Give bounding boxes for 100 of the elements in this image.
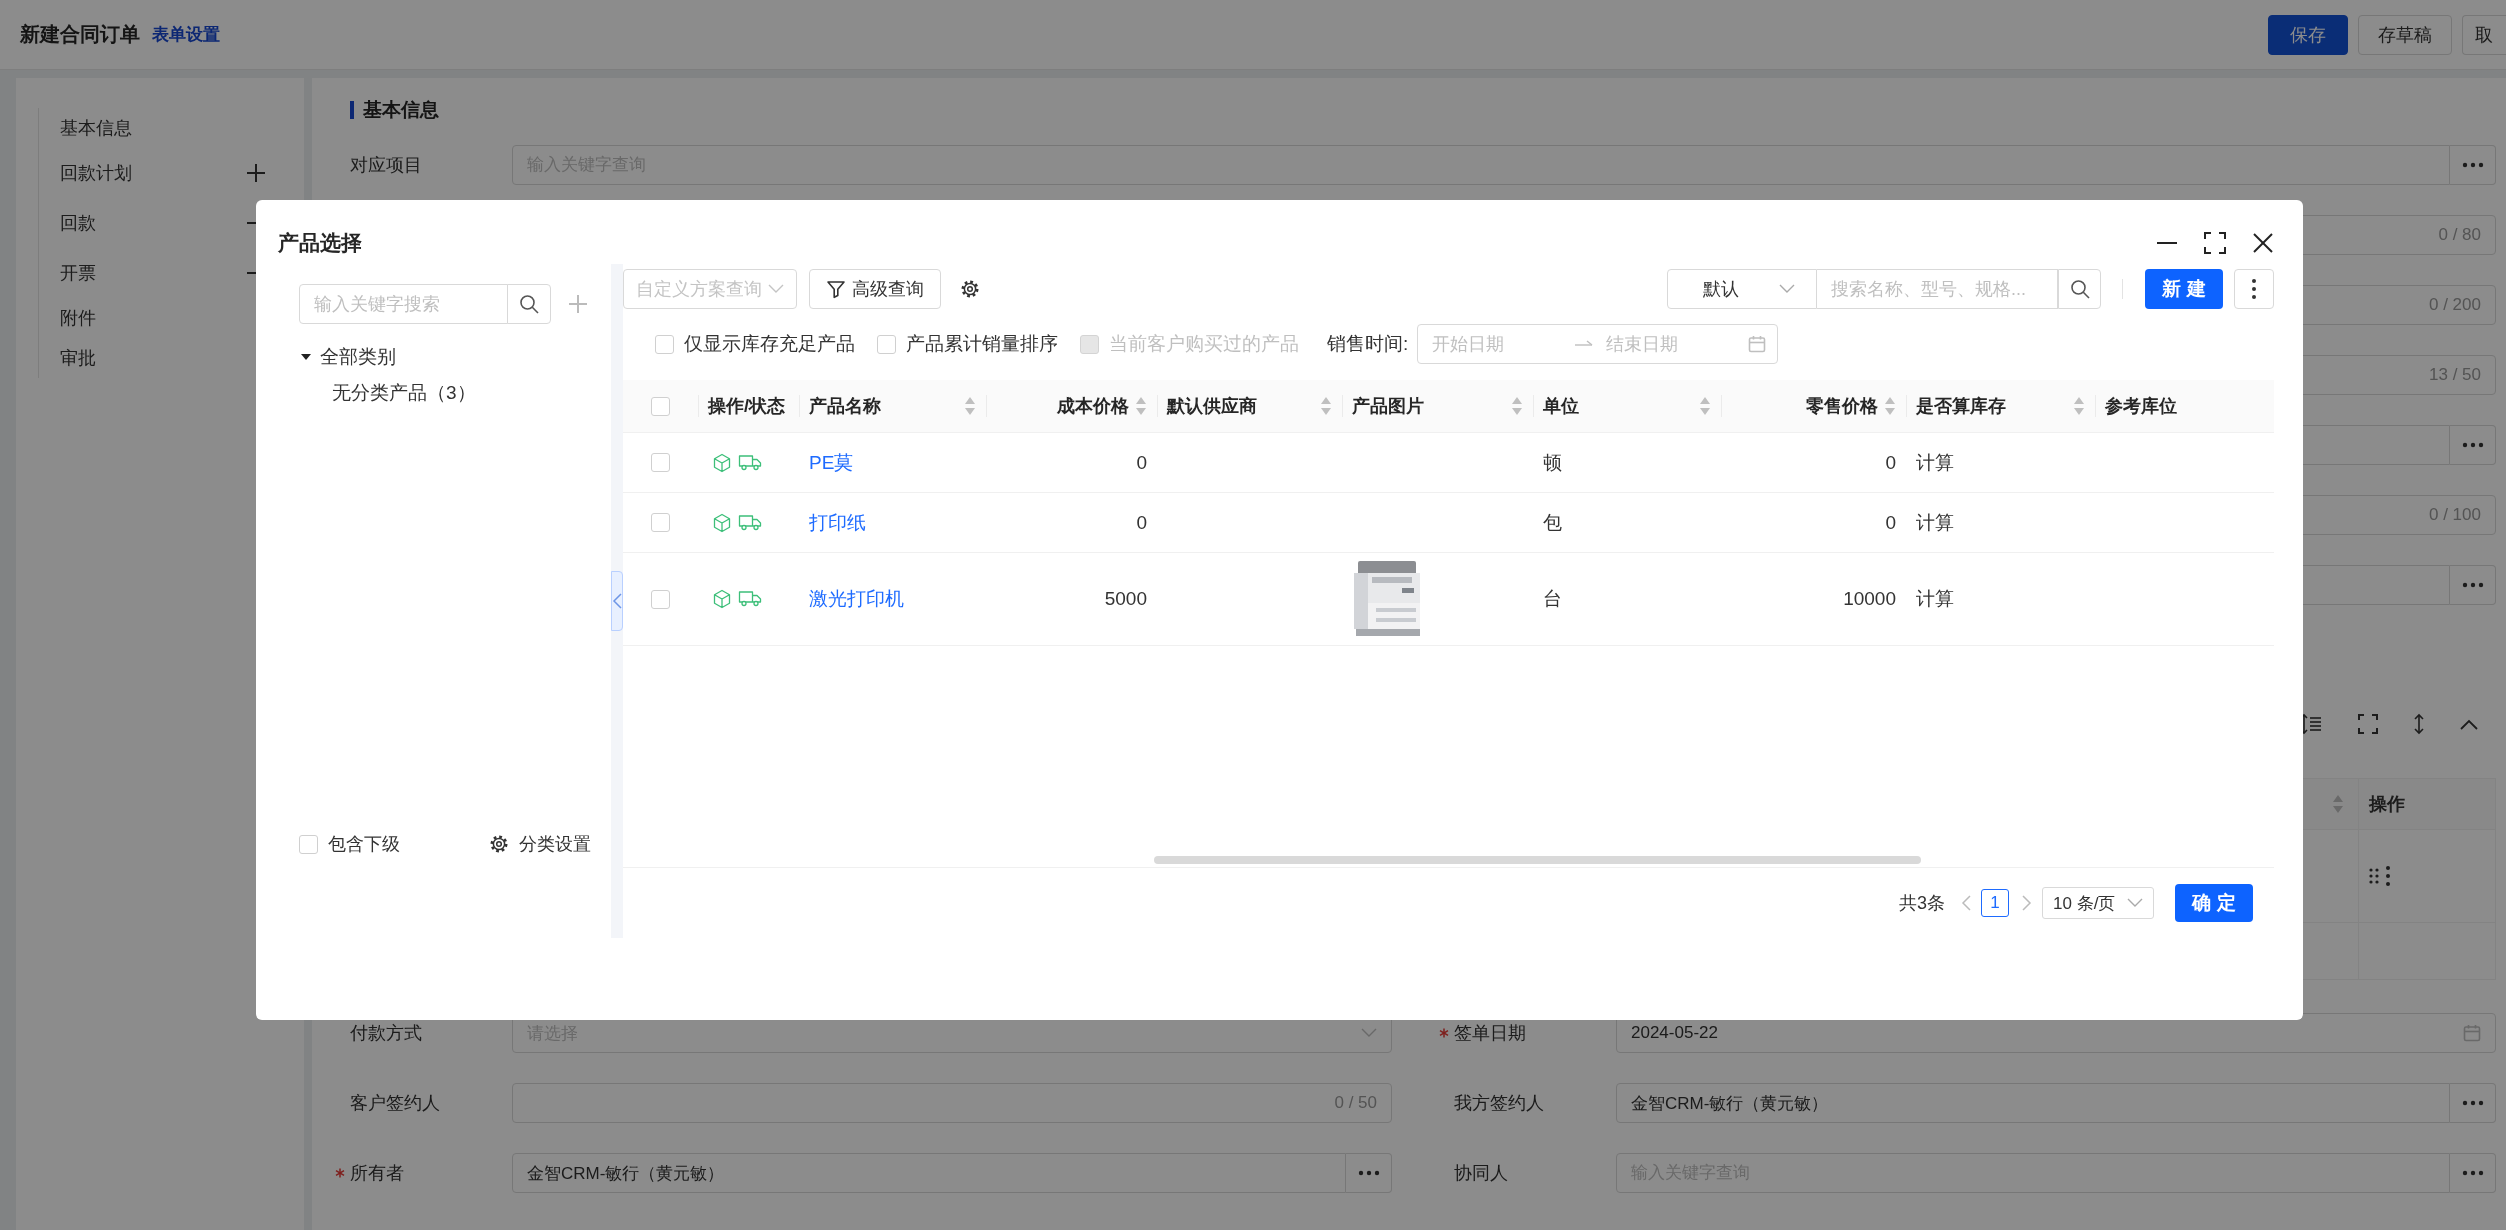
header-button[interactable]: 存草稿 [2358,14,2452,55]
fullscreen-icon[interactable] [2358,714,2378,734]
new-button[interactable]: 新建 [2145,269,2223,309]
sort-icon[interactable] [1511,396,1523,416]
column-header: 零售价格 [1806,395,1878,418]
sort-icon[interactable] [2332,794,2344,814]
product-link[interactable]: 打印纸 [809,509,866,536]
checkbox-label: 产品累计销量排序 [906,332,1058,356]
close-icon[interactable] [2251,231,2275,255]
table-cell: 0 [1136,511,1147,534]
column-header: 操作/状态 [708,395,785,418]
plus-icon[interactable] [246,163,266,183]
table-cell: 10000 [1843,588,1896,610]
sort-icon[interactable] [2073,396,2085,416]
field-label: 签单日期 [1454,1022,1526,1045]
nav-item[interactable]: 回款计划 [39,148,276,198]
chevron-down-icon [1361,1028,1377,1038]
checkbox[interactable] [651,589,670,609]
caret-icon[interactable] [301,352,311,362]
confirm-button[interactable]: 确定 [2175,884,2253,922]
table-cell-text: 台 [1543,587,1562,611]
char-counter: 0 / 200 [2429,295,2481,315]
more-icon [2461,162,2484,168]
form-settings-link[interactable]: 表单设置 [152,23,220,46]
checkbox[interactable] [651,453,670,472]
nav-item[interactable]: 基本信息 [39,108,276,148]
chevron-up-icon[interactable] [2460,718,2478,730]
drag-handle-icon[interactable] [2369,868,2379,884]
cube-icon [712,589,732,609]
table-cell-text: 顿 [1543,450,1562,475]
lookup-field[interactable]: 金智CRM-敏行（黄元敏） [512,1153,1346,1193]
required-icon [335,1168,345,1178]
header-button[interactable]: 取 [2462,14,2506,55]
category-settings-link[interactable]: 分类设置 [489,832,591,856]
more-icon [2461,1100,2484,1106]
sort-icon[interactable] [1135,396,1147,416]
more-button[interactable] [2234,269,2274,309]
collapse-button[interactable] [611,571,623,631]
tree-item[interactable]: 全部类别 [320,344,396,370]
page-title: 新建合同订单 [20,22,140,47]
sort-icon[interactable] [1320,396,1332,416]
total-count: 共3条 [1899,892,1945,915]
chevron-down-icon [1779,284,1795,294]
expand-vertical-icon[interactable] [2414,713,2424,735]
settings-icon[interactable] [960,279,980,299]
more-icon [2251,278,2257,300]
checkbox[interactable] [651,396,670,416]
chevron-down-icon [2127,898,2143,908]
product-link[interactable]: PE莫 [809,449,854,476]
lookup-field[interactable]: 金智CRM-敏行（黄元敏） [1616,1083,2450,1123]
product-link[interactable]: 激光打印机 [809,586,904,612]
table-cell: 0 [1885,451,1896,474]
page-button[interactable]: 1 [1981,889,2009,917]
row-height-icon[interactable] [2300,713,2322,735]
chevron-left-icon [612,593,622,609]
column-header: 产品名称 [809,395,881,418]
field-label: 对应项目 [350,154,422,177]
date-range-field[interactable]: 开始日期 结束日期 [1417,324,1779,364]
checkbox[interactable] [877,334,896,354]
sort-select[interactable]: 默认 [1667,269,1817,309]
prev-page-icon[interactable] [1961,895,1971,911]
required-icon [1439,1028,1449,1038]
truck-icon [738,512,762,531]
truck-icon [738,589,762,607]
calendar-icon [2463,1024,2481,1042]
column-header: 产品图片 [1352,395,1424,418]
sort-icon[interactable] [1699,396,1711,416]
search-button[interactable] [507,284,551,324]
checkbox[interactable] [299,834,318,854]
checkbox-label: 仅显示库存充足产品 [684,332,855,356]
calendar-icon [1748,335,1767,353]
char-counter: 0 / 50 [1334,1093,1377,1113]
more-icon [1357,1170,1380,1176]
truck-icon [738,452,762,471]
search-button[interactable] [2058,269,2101,309]
sort-icon[interactable] [1884,396,1896,416]
search-field[interactable]: 搜索名称、型号、规格... [1817,269,2058,309]
checkbox[interactable] [651,513,670,532]
search-field[interactable]: 输入关键字搜索 [299,284,508,324]
checkbox[interactable] [655,334,674,354]
save-button[interactable]: 保存 [2268,14,2348,55]
dialog-title: 产品选择 [278,230,362,256]
page-size-select[interactable]: 10 条/页 [2042,887,2154,919]
advanced-query-button[interactable]: 高级查询 [809,269,941,309]
field-label: 销售时间: [1327,332,1409,356]
column-header: 操作 [2369,793,2405,816]
cube-icon [712,512,732,533]
more-icon [2461,1170,2484,1176]
field-label: 客户签约人 [350,1092,440,1115]
filter-icon [826,279,846,299]
horizontal-scrollbar[interactable] [1154,856,1921,864]
more-icon[interactable] [2385,865,2391,887]
field-label: 协同人 [1454,1162,1508,1185]
arrow-right-icon [1574,339,1595,349]
field-label: 所有者 [350,1162,404,1185]
sort-icon[interactable] [964,396,976,416]
next-page-icon[interactable] [2022,895,2032,911]
tree-item[interactable]: 无分类产品（3） [332,380,476,406]
maximize-icon[interactable] [2204,232,2226,254]
field-label: 我方签约人 [1454,1092,1544,1115]
